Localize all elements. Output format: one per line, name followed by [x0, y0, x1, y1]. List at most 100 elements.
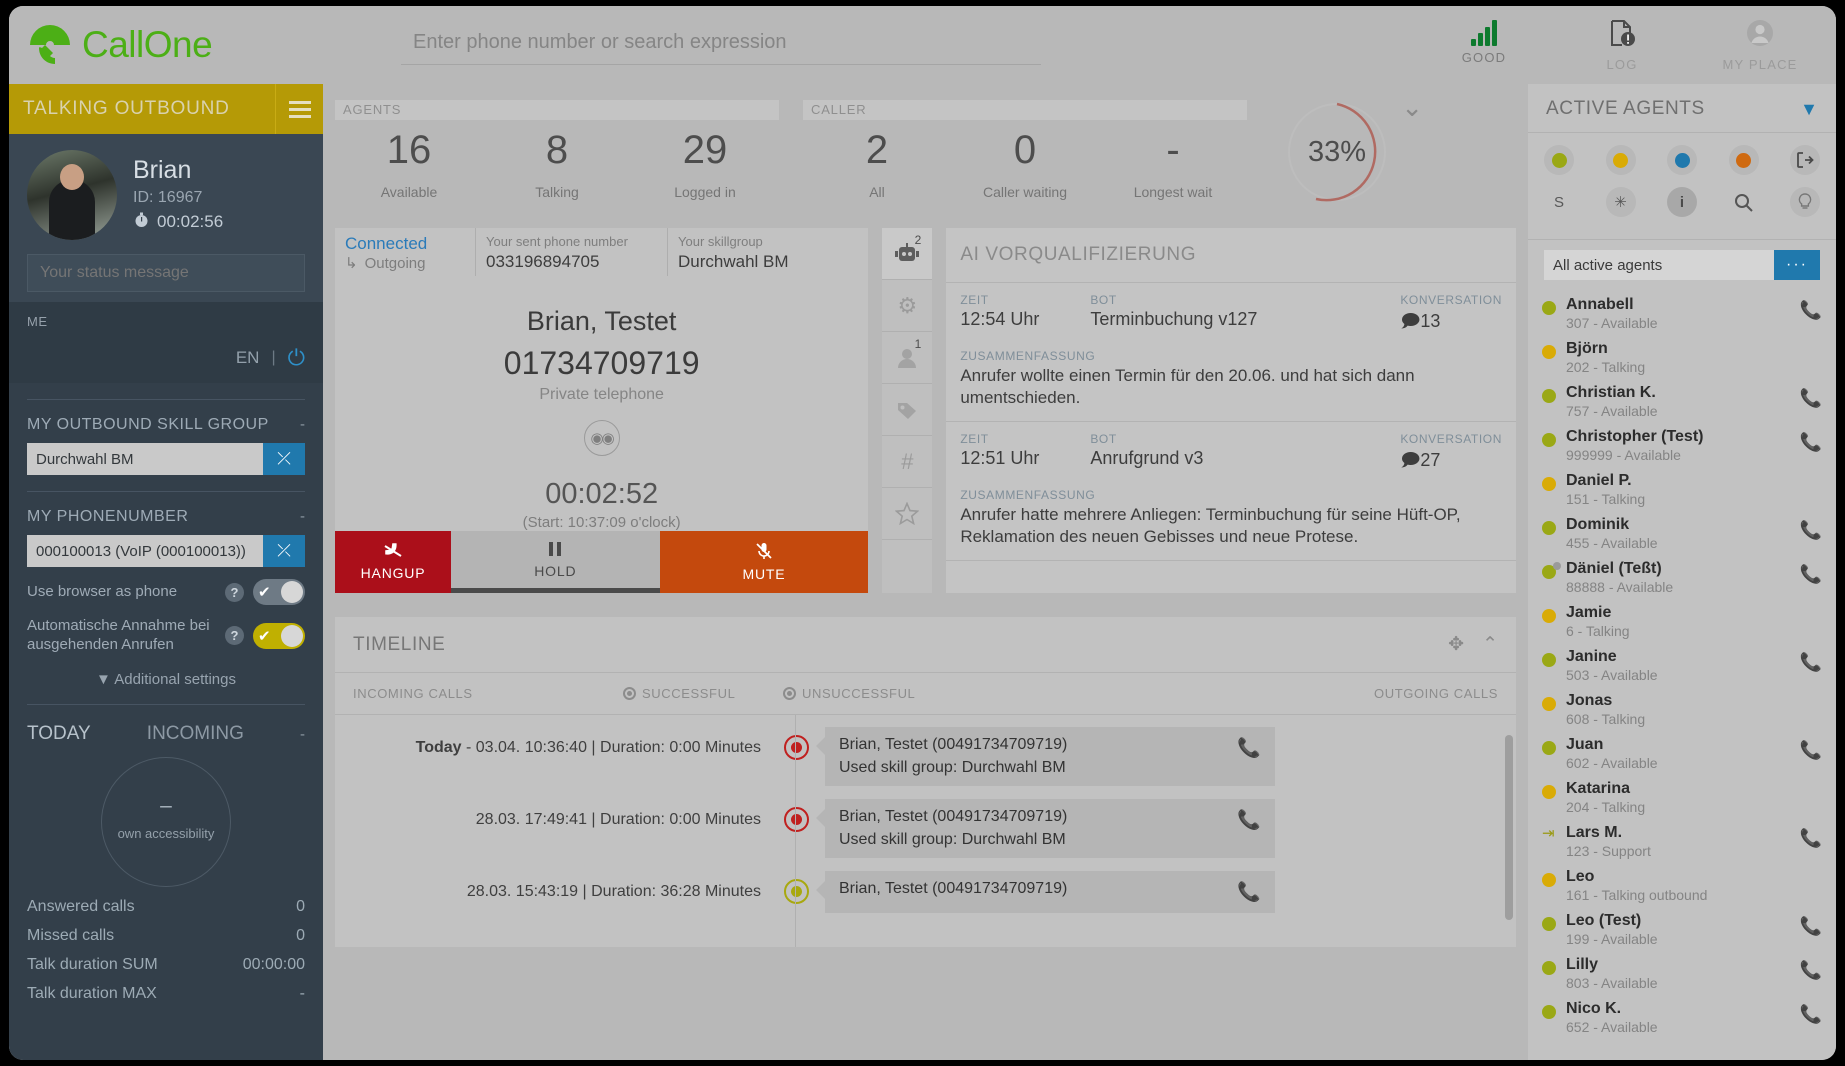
ai-zeit-value: 12:51 Uhr: [960, 448, 1040, 469]
agents-search-input[interactable]: [1544, 250, 1774, 280]
person-badge: 1: [914, 337, 922, 351]
chevron-down-icon[interactable]: ⌄: [1401, 92, 1423, 123]
hold-button[interactable]: HOLD: [451, 531, 660, 593]
letter-s-icon[interactable]: S: [1544, 187, 1574, 217]
log-button[interactable]: LOG: [1574, 10, 1670, 72]
tag-icon[interactable]: [882, 384, 933, 436]
status-dot-blue[interactable]: [1667, 145, 1697, 175]
chevron-up-icon[interactable]: ⌃: [1482, 633, 1498, 656]
list-item[interactable]: Lilly 803 - Available 📞: [1542, 952, 1822, 996]
global-search[interactable]: [401, 25, 1041, 65]
hash-icon[interactable]: #: [882, 436, 933, 488]
skillgroup-cell: Your skillgroup Durchwahl BM: [667, 228, 868, 276]
phone-icon[interactable]: 📞: [1800, 1000, 1822, 1025]
legend-successful-label: SUCCESSFUL: [642, 686, 736, 701]
agents-more-button[interactable]: ···: [1774, 250, 1820, 280]
phone-icon[interactable]: 📞: [1800, 648, 1822, 673]
timeline-scrollbar[interactable]: [1505, 735, 1513, 920]
person-icon[interactable]: 1: [882, 332, 933, 384]
ai-entry[interactable]: ZEIT 12:51 Uhr BOT Anrufgrund v3 KONVERS…: [946, 422, 1516, 562]
phone-icon[interactable]: 📞: [1237, 808, 1261, 849]
status-dot: [1542, 741, 1556, 755]
list-item[interactable]: Katarina 204 - Talking: [1542, 776, 1822, 820]
status-dot-olive[interactable]: [1544, 145, 1574, 175]
brand-logo[interactable]: CallOne: [9, 6, 323, 84]
help-icon[interactable]: ?: [225, 626, 244, 646]
timeline-row[interactable]: Today - 03.04. 10:36:40 | Duration: 0:00…: [335, 727, 1516, 799]
active-agents-panel: ACTIVE AGENTS ▼ S ✳ i All active agents …: [1528, 84, 1836, 1060]
lightbulb-icon[interactable]: [1790, 187, 1820, 217]
avatar[interactable]: [27, 150, 117, 240]
signal-quality-button[interactable]: GOOD: [1436, 10, 1532, 65]
kpi-all: 2 All: [803, 120, 951, 200]
phone-icon[interactable]: 📞: [1800, 912, 1822, 937]
list-item[interactable]: Juan 602 - Available 📞: [1542, 732, 1822, 776]
ai-entry[interactable]: ZEIT 12:54 Uhr BOT Terminbuchung v127 KO…: [946, 283, 1516, 423]
phone-icon[interactable]: 📞: [1800, 824, 1822, 849]
list-item[interactable]: Christian K. 757 - Available 📞: [1542, 380, 1822, 424]
list-item[interactable]: Dominik 455 - Available 📞: [1542, 512, 1822, 556]
hangup-button[interactable]: HANGUP: [335, 531, 451, 593]
search-icon[interactable]: [1729, 187, 1759, 217]
skillgroup-input[interactable]: [27, 443, 263, 475]
language-selector[interactable]: EN: [236, 348, 260, 368]
list-item[interactable]: Janine 503 - Available 📞: [1542, 644, 1822, 688]
phone-icon[interactable]: 📞: [1800, 956, 1822, 981]
list-item[interactable]: Leo (Test) 199 - Available 📞: [1542, 908, 1822, 952]
phone-icon[interactable]: 📞: [1800, 516, 1822, 541]
power-icon[interactable]: ⏻: [288, 347, 305, 369]
search-input[interactable]: [413, 31, 1039, 54]
phonenumber-shuffle-icon[interactable]: ⤫: [263, 535, 305, 567]
timeline-row[interactable]: 28.03. 15:43:19 | Duration: 36:28 Minute…: [335, 871, 1516, 943]
timeline-bubble[interactable]: Brian, Testet (00491734709719) 📞: [816, 871, 1275, 913]
timeline-bubble[interactable]: Brian, Testet (00491734709719) Used skil…: [816, 727, 1275, 786]
timeline-bubble[interactable]: Brian, Testet (00491734709719) Used skil…: [816, 799, 1275, 858]
toggle-browser-phone[interactable]: Use browser as phone ? ✔: [9, 579, 323, 605]
phone-icon[interactable]: 📞: [1800, 736, 1822, 761]
list-item[interactable]: Björn 202 - Talking: [1542, 336, 1822, 380]
status-dot-yellow[interactable]: [1605, 145, 1636, 175]
list-item[interactable]: Leo 161 - Talking outbound: [1542, 864, 1822, 908]
status-dot-orange[interactable]: [1728, 145, 1759, 175]
phone-icon[interactable]: 📞: [1800, 296, 1822, 321]
help-icon[interactable]: ?: [225, 582, 244, 602]
list-item[interactable]: Daniel P. 151 - Talking: [1542, 468, 1822, 512]
mute-button[interactable]: MUTE: [659, 531, 869, 593]
list-item[interactable]: Jonas 608 - Talking: [1542, 688, 1822, 732]
toggle-browser-phone-switch[interactable]: ✔: [253, 579, 305, 605]
robot-icon[interactable]: 2: [882, 228, 933, 280]
filter-triangle-icon[interactable]: ▼: [1800, 99, 1818, 120]
phone-icon[interactable]: 📞: [1237, 736, 1261, 777]
phone-icon[interactable]: 📞: [1237, 880, 1261, 904]
list-item[interactable]: Christopher (Test) 999999 - Available 📞: [1542, 424, 1822, 468]
star-icon[interactable]: [882, 488, 933, 540]
status-message-input[interactable]: [27, 254, 305, 292]
move-handle-icon[interactable]: ✥: [1448, 633, 1464, 656]
list-item[interactable]: Däniel (Teßt) 88888 - Available 📞: [1542, 556, 1822, 600]
list-item[interactable]: Jamie 6 - Talking: [1542, 600, 1822, 644]
logout-arrow-icon[interactable]: [1790, 145, 1820, 175]
additional-settings-link[interactable]: ▼ Additional settings: [9, 671, 323, 688]
gear-icon[interactable]: ⚙: [882, 280, 933, 332]
voicemail-icon[interactable]: ◉◉: [583, 420, 620, 456]
skillgroup-shuffle-icon[interactable]: ⤫: [263, 443, 305, 475]
asterisk-icon[interactable]: ✳: [1605, 187, 1636, 217]
phone-icon[interactable]: 📞: [1800, 384, 1822, 409]
info-icon[interactable]: i: [1667, 187, 1697, 217]
list-item[interactable]: Annabell 307 - Available 📞: [1542, 292, 1822, 336]
my-place-button[interactable]: MY PLACE: [1712, 10, 1808, 72]
menu-burger-icon[interactable]: [275, 84, 323, 134]
contact-name: Brian, Testet: [526, 306, 677, 336]
toggle-auto-answer-switch[interactable]: ✔: [253, 622, 305, 649]
phone-icon[interactable]: 📞: [1800, 428, 1822, 453]
call-state-cell: Connected ↳ Outgoing: [335, 228, 475, 276]
phonenumber-input[interactable]: [27, 535, 263, 567]
list-item[interactable]: ⇥ Lars M. 123 - Support 📞: [1542, 820, 1822, 864]
agent-status-bar[interactable]: TALKING OUTBOUND: [9, 84, 323, 134]
timeline-status-dot: [783, 807, 809, 832]
list-item[interactable]: Nico K. 652 - Available 📞: [1542, 996, 1822, 1040]
toggle-auto-answer[interactable]: Automatische Annahme bei ausgehenden Anr…: [9, 617, 323, 655]
pause-icon: [548, 541, 562, 560]
phone-icon[interactable]: 📞: [1800, 560, 1822, 585]
timeline-row[interactable]: 28.03. 17:49:41 | Duration: 0:00 Minutes…: [335, 799, 1516, 871]
